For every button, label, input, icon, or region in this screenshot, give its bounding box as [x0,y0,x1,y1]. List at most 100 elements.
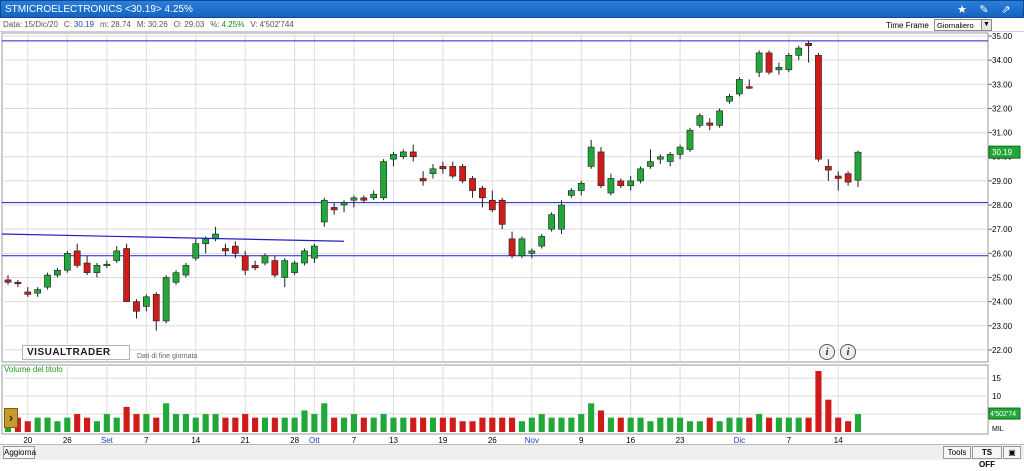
info-icon[interactable]: i [819,344,835,360]
time-tick-label: 7 [352,436,357,444]
candle-body [34,289,42,294]
price-tick-label: 35.00 [992,32,1013,41]
candle-body [14,282,22,285]
candle-body [143,296,150,307]
time-tick-label: Dic [734,436,746,444]
volume-bar [835,417,842,432]
price-tick-label: 31.00 [992,129,1013,138]
info-icon[interactable]: i [840,344,856,360]
candle-body [706,122,714,126]
candle-body [716,110,723,126]
volume-bar [726,417,733,432]
tools-button[interactable]: Tools [943,446,971,459]
star-icon[interactable]: ★ [951,1,973,17]
price-tick-label: 26.00 [992,249,1013,258]
candle-body [340,202,348,206]
time-tick-label: Set [101,436,114,444]
volume-bar [350,414,357,432]
volume-bar [499,417,506,432]
candle-body [755,52,763,73]
ts-off-button[interactable]: TS OFF [972,446,1002,469]
time-tick-label: 26 [63,436,72,444]
volume-bar [518,421,526,432]
volume-bar [252,417,259,432]
low-label: m: [99,20,109,29]
volume-panel-title: Volume del titolo [4,365,63,374]
candle-body [686,129,694,150]
change-label: %: [210,20,220,29]
volume-bar [113,417,120,432]
volume-bar [380,414,387,432]
refresh-button[interactable]: Aggiorna [3,446,36,459]
candle-body [320,199,328,223]
volume-bar [182,414,189,432]
volume-bar [271,417,278,432]
candle-body [508,238,516,257]
candle-body [182,265,190,276]
volume-bar [54,421,61,432]
candle-body [350,197,358,201]
volume-bar [677,417,684,432]
volume-bar [509,417,516,432]
candle-body [785,55,793,71]
price-tick-label: 27.00 [992,225,1013,234]
volume-label: V: [250,20,258,29]
volume-bar [410,417,417,432]
volume-bar [597,410,605,432]
volume-bar [74,414,81,432]
volume-bar [756,414,763,432]
volume-bar [736,417,743,432]
price-tick-label: 29.00 [992,177,1013,186]
candle-body [676,146,684,155]
time-tick-label: 19 [438,436,447,444]
candle-body [844,173,852,183]
volume-bar [716,421,723,432]
volume-bar [331,417,338,432]
time-tick-label: 9 [579,436,584,444]
candle-body [775,67,783,71]
volume-bar [578,414,585,432]
chevron-right-icon[interactable]: › [4,408,18,428]
time-tick-label: 14 [191,436,200,444]
candle-body [291,262,298,273]
chevron-down-icon[interactable]: ▼ [981,20,991,30]
candle-body [231,245,239,254]
close-value: 30.19 [73,20,94,29]
volume-bar [696,421,703,432]
candle-body [54,269,61,276]
candle-body [597,151,605,187]
time-tick-label: 7 [144,436,149,444]
volume-bar [64,417,71,432]
candle-body [558,204,565,230]
candle-body [815,55,822,160]
candle-body [380,161,387,199]
time-tick-label: Nov [525,436,539,444]
volume-bar [449,417,456,432]
volume-bar [360,417,367,432]
drawing-tool-icon[interactable]: ⇗ [995,1,1017,17]
volume-bar [785,417,792,432]
panel-toggle-icon[interactable]: ▣ [1003,446,1021,459]
volume-bar [321,403,328,432]
volume-bar [439,417,446,432]
volume-bar [281,417,288,432]
pen-icon[interactable]: ✎ [973,1,995,17]
candle-body [271,260,279,276]
visualtrader-logo: VISUALTRADER [22,345,130,360]
candle-body [113,250,121,261]
candle-body [172,272,180,283]
volume-bar [706,417,713,432]
time-tick-label: 21 [241,436,250,444]
timeframe-select[interactable]: Giornaliero ▼ [934,19,992,31]
time-tick-label: 7 [787,436,792,444]
volume-bar [528,417,535,432]
high-label: M: [136,20,146,29]
volume-bar [775,417,782,432]
price-volume-chart[interactable]: 35.0034.0033.0032.0031.0030.0029.0028.00… [0,32,1024,444]
time-tick-label: 13 [389,436,398,444]
open-label: O: [173,20,183,29]
chart-area[interactable]: 35.0034.0033.0032.0031.0030.0029.0028.00… [0,32,1024,444]
price-tick-label: 28.00 [992,201,1013,210]
candle-body [251,265,259,269]
price-tick-label: 32.00 [992,104,1013,113]
